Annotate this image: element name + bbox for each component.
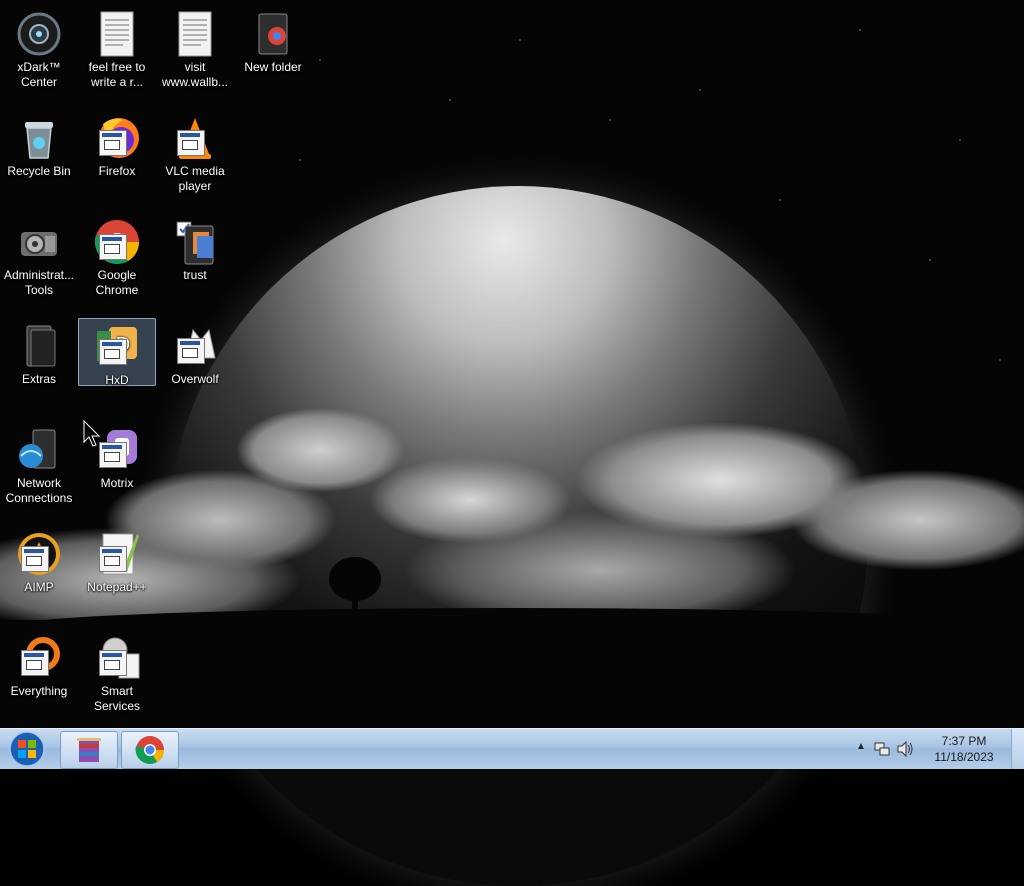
desktop-icon-new-folder[interactable]: New folder xyxy=(235,6,311,75)
clock-time[interactable]: 7:37 PM xyxy=(924,734,1004,748)
everything-search-icon xyxy=(15,634,63,682)
shortcut-overlay-icon xyxy=(99,234,127,260)
desktop-icon-hxd[interactable]: D HxD xyxy=(78,318,156,387)
network-icon[interactable] xyxy=(874,741,890,757)
start-button[interactable] xyxy=(4,729,50,769)
desktop-icon-vlc[interactable]: VLC media player xyxy=(157,110,233,194)
network-connections-icon xyxy=(15,426,63,474)
desktop-icon-google-chrome[interactable]: Google Chrome xyxy=(79,214,155,298)
desktop-icon-label: xDark™ Center xyxy=(17,60,61,89)
desktop-icon-administrative-tools[interactable]: Administrat... Tools xyxy=(1,214,77,298)
desktop-icon-trust[interactable]: trust xyxy=(157,214,233,283)
desktop-icon-feel-free-text[interactable]: feel free to write a r... xyxy=(79,6,155,90)
desktop-icon-label: feel free to write a r... xyxy=(88,60,146,89)
desktop-icon-label: Administrat... Tools xyxy=(3,268,75,297)
shortcut-overlay-icon xyxy=(21,650,49,676)
desktop-icon-label: Firefox xyxy=(98,164,136,178)
desktop-icon-label: Notepad++ xyxy=(87,580,147,594)
taskbar: ▲ 7:37 PM 11/18/2023 xyxy=(0,728,1024,769)
mouse-cursor-icon xyxy=(83,420,101,447)
windows-start-icon xyxy=(9,731,45,767)
desktop-icon-label: Motrix xyxy=(100,476,134,490)
desktop-icon-label: New folder xyxy=(244,60,302,74)
desktop-icon-recycle-bin[interactable]: Recycle Bin xyxy=(1,110,77,179)
wallpaper-clouds xyxy=(0,380,1024,640)
desktop-icon-firefox[interactable]: Firefox xyxy=(79,110,155,179)
desktop-icon-everything[interactable]: Everything xyxy=(1,630,77,699)
desktop-icon-label: Recycle Bin xyxy=(7,164,71,178)
shortcut-overlay-icon xyxy=(99,442,127,468)
hxd-icon: D xyxy=(93,323,141,371)
desktop-icon-overwolf[interactable]: Overwolf xyxy=(157,318,233,387)
xdark-icon xyxy=(15,10,63,58)
show-hidden-icons-chevron-icon[interactable]: ▲ xyxy=(856,741,866,752)
desktop-icon-label: AIMP xyxy=(24,580,54,594)
desktop-icon-aimp[interactable]: AIMP xyxy=(1,526,77,595)
text-document-icon xyxy=(93,10,141,58)
vlc-icon xyxy=(171,114,219,162)
smart-services-icon xyxy=(93,634,141,682)
show-desktop-button[interactable] xyxy=(1011,729,1024,769)
desktop-icon-smart-services[interactable]: Smart Services xyxy=(79,630,155,714)
shortcut-overlay-icon xyxy=(99,130,127,156)
desktop-icon-label: Overwolf xyxy=(171,372,219,386)
desktop-icon-label: Smart Services xyxy=(93,684,140,713)
aimp-icon xyxy=(15,530,63,578)
desktop-icon-label: HxD xyxy=(105,373,129,387)
desktop-icon-label: Everything xyxy=(10,684,68,698)
taskbar-winrar-button[interactable] xyxy=(60,731,118,769)
shortcut-overlay-icon xyxy=(21,546,49,572)
shortcut-overlay-icon xyxy=(177,338,205,364)
desktop-icon-label: visit www.wallb... xyxy=(161,60,229,89)
desktop-icon-label: Google Chrome xyxy=(95,268,139,297)
desktop-icon-label: VLC media player xyxy=(165,164,225,193)
folder-icon xyxy=(171,218,219,266)
desktop-icon-label: trust xyxy=(183,268,207,282)
notepad-plus-plus-icon xyxy=(93,530,141,578)
recycle-bin-icon xyxy=(15,114,63,162)
shortcut-overlay-icon xyxy=(177,130,205,156)
shortcut-overlay-icon xyxy=(99,339,127,365)
system-tray: ▲ 7:37 PM 11/18/2023 xyxy=(854,729,1024,769)
desktop-icon-extras[interactable]: Extras xyxy=(1,318,77,387)
overwolf-icon xyxy=(171,322,219,370)
chrome-icon xyxy=(93,218,141,266)
desktop-icon-network-connections[interactable]: Network Connections xyxy=(1,422,77,506)
admin-tools-icon xyxy=(15,218,63,266)
clock-date[interactable]: 11/18/2023 xyxy=(924,750,1004,764)
desktop-icon-visit-wallpaper-text[interactable]: visit www.wallb... xyxy=(157,6,233,90)
desktop-icon-label: Extras xyxy=(21,372,56,386)
chrome-icon xyxy=(135,736,164,764)
wallpaper-tree xyxy=(329,557,381,625)
firefox-icon xyxy=(93,114,141,162)
desktop-icon-label: Network Connections xyxy=(5,476,73,505)
winrar-icon xyxy=(77,738,101,762)
folder-icon xyxy=(15,322,63,370)
shortcut-overlay-icon xyxy=(99,546,127,572)
desktop-icon-xdark-center[interactable]: xDark™ Center xyxy=(1,6,77,90)
text-document-icon xyxy=(171,10,219,58)
volume-icon[interactable] xyxy=(896,741,914,757)
taskbar-chrome-button[interactable] xyxy=(121,731,179,769)
desktop-icon-notepad-plus-plus[interactable]: Notepad++ xyxy=(79,526,155,595)
folder-icon xyxy=(249,10,297,58)
shortcut-overlay-icon xyxy=(99,650,127,676)
